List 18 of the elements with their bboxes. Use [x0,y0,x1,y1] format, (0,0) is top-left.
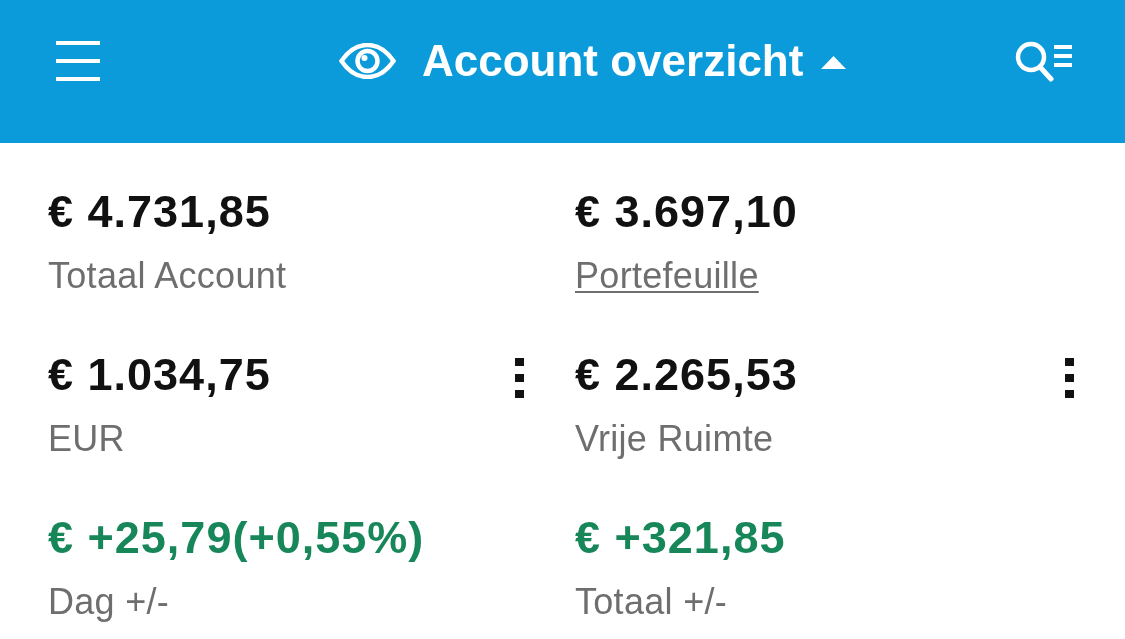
balance-amount: € 2.265,53 [575,352,798,398]
balance-amount: € 4.731,85 [48,189,271,235]
caption-link[interactable]: Portefeuille [575,256,759,296]
eye-icon [339,43,396,79]
more-options-icon[interactable] [1065,358,1074,398]
balance-amount: € 3.697,10 [575,189,798,235]
more-options-icon[interactable] [515,358,524,398]
search-list-icon[interactable] [1015,40,1072,82]
balance-amount: € 1.034,75 [48,352,271,398]
change-amount: € +321,85 [575,515,786,561]
caption-text: Totaal +/- [575,582,728,622]
caption-text: Totaal Account [48,256,287,296]
change-amount: € +25,79(+0,55%) [48,515,425,561]
caption-text: Dag +/- [48,582,170,622]
caption-text: Vrije Ruimte [575,419,774,459]
caption-text: EUR [48,419,125,459]
account-overview-dropdown[interactable]: Account overzicht [339,36,847,86]
menu-icon[interactable] [56,41,100,81]
